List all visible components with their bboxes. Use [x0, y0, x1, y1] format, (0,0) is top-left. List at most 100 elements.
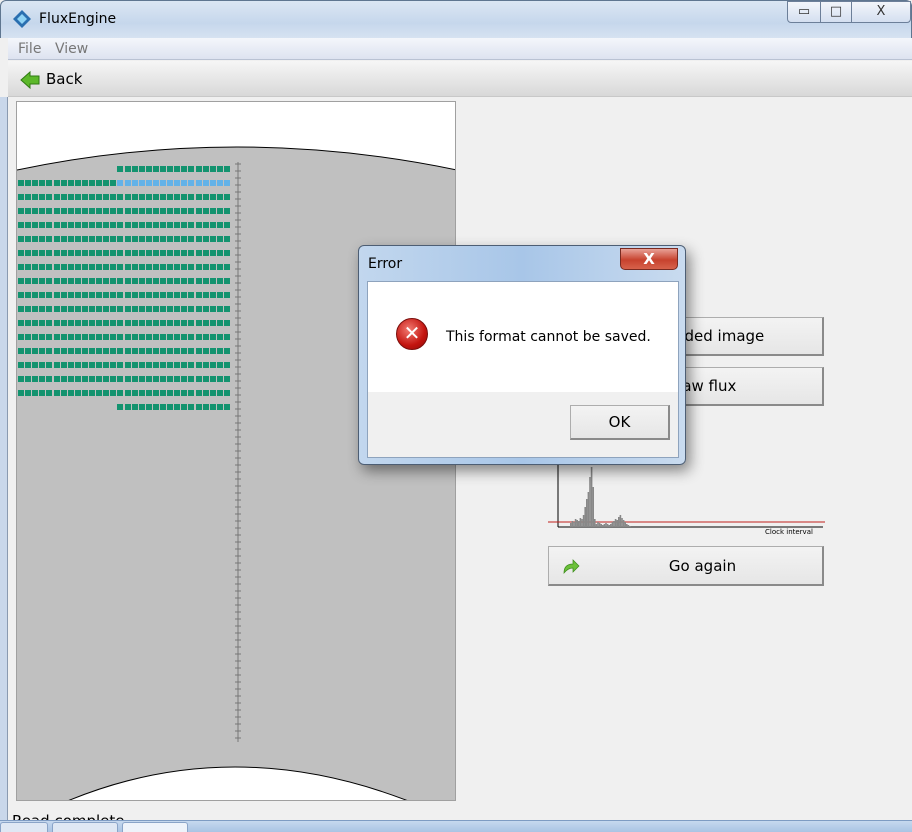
sector[interactable]	[25, 264, 32, 270]
sector[interactable]	[202, 264, 209, 270]
sector[interactable]	[67, 292, 74, 298]
sector[interactable]	[39, 320, 46, 326]
sector[interactable]	[145, 390, 152, 396]
taskbar-item[interactable]	[0, 822, 48, 832]
sector[interactable]	[152, 180, 159, 186]
sector[interactable]	[188, 362, 195, 368]
sector[interactable]	[138, 334, 145, 340]
sector[interactable]	[138, 404, 145, 410]
sector[interactable]	[110, 334, 117, 340]
sector[interactable]	[89, 390, 95, 396]
sector[interactable]	[46, 334, 53, 340]
sector[interactable]	[60, 334, 67, 340]
sector[interactable]	[25, 306, 32, 312]
sector[interactable]	[25, 348, 32, 354]
sector[interactable]	[110, 390, 117, 396]
sector[interactable]	[188, 292, 195, 298]
sector[interactable]	[167, 390, 174, 396]
sector[interactable]	[81, 320, 88, 326]
sector[interactable]	[117, 404, 124, 410]
sector[interactable]	[89, 208, 95, 214]
sector[interactable]	[124, 306, 131, 312]
sector[interactable]	[18, 362, 24, 368]
sector[interactable]	[67, 278, 74, 284]
sector[interactable]	[96, 208, 103, 214]
sector[interactable]	[209, 194, 216, 200]
sector[interactable]	[195, 334, 202, 340]
sector[interactable]	[152, 208, 159, 214]
sector[interactable]	[138, 194, 145, 200]
sector[interactable]	[209, 390, 216, 396]
sector[interactable]	[138, 306, 145, 312]
sector[interactable]	[188, 180, 195, 186]
sector[interactable]	[96, 222, 103, 228]
sector[interactable]	[60, 390, 67, 396]
sector[interactable]	[81, 236, 88, 242]
sector[interactable]	[188, 348, 195, 354]
sector[interactable]	[18, 250, 24, 256]
sector[interactable]	[131, 306, 138, 312]
back-button[interactable]: Back	[20, 69, 100, 91]
sector[interactable]	[160, 320, 166, 326]
sector[interactable]	[188, 250, 195, 256]
sector[interactable]	[216, 334, 223, 340]
sector[interactable]	[124, 320, 131, 326]
sector[interactable]	[188, 236, 195, 242]
sector[interactable]	[202, 208, 209, 214]
sector[interactable]	[188, 334, 195, 340]
sector[interactable]	[60, 292, 67, 298]
sector[interactable]	[152, 376, 159, 382]
sector[interactable]	[81, 264, 88, 270]
sector[interactable]	[174, 334, 181, 340]
sector[interactable]	[160, 292, 166, 298]
sector[interactable]	[181, 278, 188, 284]
sector[interactable]	[145, 292, 152, 298]
sector[interactable]	[18, 264, 24, 270]
sector[interactable]	[74, 236, 81, 242]
sector[interactable]	[103, 194, 110, 200]
sector[interactable]	[167, 166, 174, 172]
sector[interactable]	[167, 348, 174, 354]
sector[interactable]	[174, 264, 181, 270]
sector[interactable]	[145, 166, 152, 172]
sector[interactable]	[81, 180, 88, 186]
sector[interactable]	[138, 250, 145, 256]
sector[interactable]	[202, 390, 209, 396]
sector[interactable]	[209, 362, 216, 368]
sector[interactable]	[39, 292, 46, 298]
sector[interactable]	[195, 376, 202, 382]
sector[interactable]	[39, 236, 46, 242]
sector[interactable]	[53, 320, 60, 326]
sector[interactable]	[131, 222, 138, 228]
sector[interactable]	[160, 278, 166, 284]
sector[interactable]	[181, 306, 188, 312]
sector[interactable]	[89, 306, 95, 312]
sector[interactable]	[167, 250, 174, 256]
sector[interactable]	[188, 306, 195, 312]
sector[interactable]	[74, 208, 81, 214]
sector[interactable]	[32, 264, 39, 270]
sector[interactable]	[96, 348, 103, 354]
sector[interactable]	[202, 166, 209, 172]
sector[interactable]	[138, 390, 145, 396]
sector[interactable]	[195, 362, 202, 368]
sector[interactable]	[32, 278, 39, 284]
sector[interactable]	[81, 306, 88, 312]
sector[interactable]	[81, 194, 88, 200]
sector[interactable]	[209, 222, 216, 228]
sector[interactable]	[46, 278, 53, 284]
sector[interactable]	[117, 166, 124, 172]
sector[interactable]	[96, 236, 103, 242]
sector[interactable]	[160, 250, 166, 256]
sector[interactable]	[46, 250, 53, 256]
sector[interactable]	[53, 208, 60, 214]
sector[interactable]	[145, 320, 152, 326]
sector[interactable]	[25, 292, 32, 298]
sector[interactable]	[131, 278, 138, 284]
sector[interactable]	[110, 320, 117, 326]
sector[interactable]	[25, 362, 32, 368]
sector[interactable]	[195, 194, 202, 200]
sector[interactable]	[18, 222, 24, 228]
sector[interactable]	[39, 334, 46, 340]
sector[interactable]	[124, 334, 131, 340]
